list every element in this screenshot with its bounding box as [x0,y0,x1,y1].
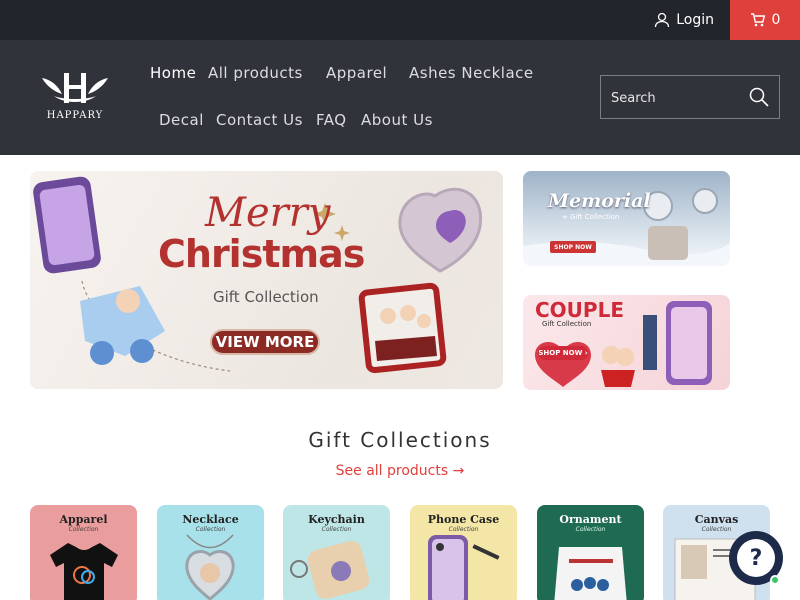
nav-about-us[interactable]: About Us [361,111,433,129]
top-bar: Login 0 [0,0,800,40]
banner-title-bold: Christmas [158,232,365,276]
help-icon: ? [737,539,775,577]
logo-mark-icon [42,73,108,103]
nav-home[interactable]: Home [150,64,196,82]
happary-logo[interactable]: HAPPARY [38,70,112,125]
search-icon[interactable] [749,87,769,107]
nav-contact-us[interactable]: Contact Us [216,111,303,129]
collection-card-necklace[interactable]: Necklace Collection [157,505,264,600]
user-icon [655,12,670,28]
memorial-banner[interactable]: Memorial + Gift Collection SHOP NOW [523,171,730,266]
search-box [600,75,780,119]
memorial-title: Memorial [548,190,651,212]
gift-collections-title: Gift Collections [308,428,492,452]
login-label: Login [676,12,714,28]
nav-faq[interactable]: FAQ [316,111,347,129]
christmas-banner[interactable]: Merry Christmas Gift Collection VIEW MOR… [30,171,503,389]
collection-card-phone-case[interactable]: Phone Case Collection [410,505,517,600]
couple-title: COUPLE [535,298,624,322]
banner-title-script: Merry [205,190,331,236]
collection-card-apparel[interactable]: Apparel Collection [30,505,137,600]
view-more-button[interactable]: VIEW MORE [210,329,320,355]
main-header: HAPPARY Home All products Apparel Ashes … [0,40,800,155]
nav-ashes-necklace[interactable]: Ashes Necklace [409,64,534,82]
nav-decal[interactable]: Decal [159,111,204,129]
see-all-products-link[interactable]: See all products → [0,463,800,479]
couple-banner[interactable]: COUPLE Gift Collection SHOP NOW › [523,295,730,390]
phone-case-image [428,535,500,600]
ornament-image [554,547,627,600]
memorial-subtitle: + Gift Collection [562,213,620,221]
couple-shop-now-button[interactable]: SHOP NOW › [538,346,588,360]
login-link[interactable]: Login [654,0,714,40]
memorial-shop-now-button[interactable]: SHOP NOW [550,241,596,253]
logo-text: HAPPARY [46,110,104,121]
keychain-image [290,540,370,599]
banner-subtitle: Gift Collection [213,288,319,306]
couple-subtitle: Gift Collection [542,320,592,328]
necklace-image [185,534,235,600]
collection-card-ornament[interactable]: Ornament Collection [537,505,644,600]
cart-count: 0 [771,12,781,28]
collection-card-keychain[interactable]: Keychain Collection [283,505,390,600]
nav-all-products[interactable]: All products [208,64,303,82]
cart-button[interactable]: 0 [730,0,800,40]
nav-apparel[interactable]: Apparel [326,64,387,82]
online-status-icon [770,575,780,585]
tshirt-image [50,543,118,600]
search-input[interactable] [611,88,741,108]
cart-icon [750,13,765,27]
